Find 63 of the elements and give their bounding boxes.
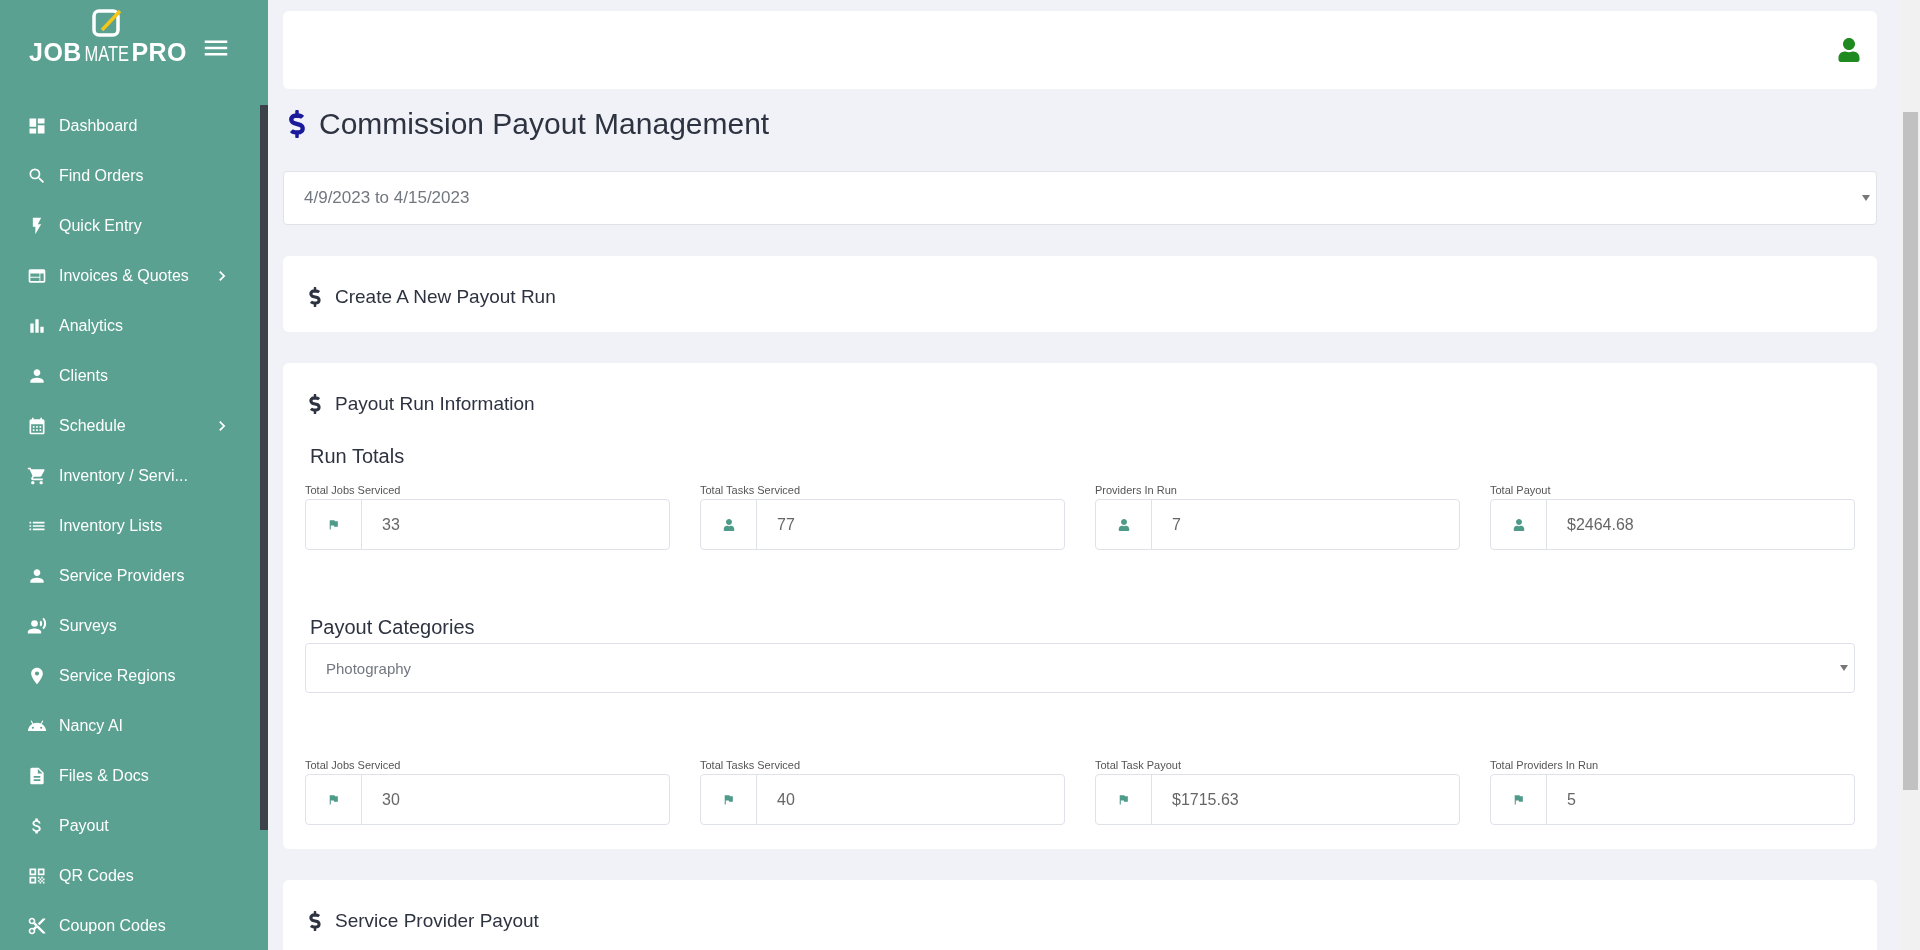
input-field[interactable]: 33 [305, 499, 670, 550]
scrollbar[interactable] [260, 105, 268, 830]
field-label: Total Payout [1490, 484, 1552, 496]
sidebar-item[interactable]: Invoices & Quotes [27, 251, 232, 301]
sidebar-item[interactable]: Payout [27, 801, 232, 851]
people-icon [27, 616, 47, 636]
input-field[interactable]: $1715.63 [1095, 774, 1460, 825]
person-icon [1512, 518, 1525, 531]
field-label: Total Jobs Serviced [305, 759, 402, 771]
sidebar-item[interactable]: Clients [27, 351, 232, 401]
input-field[interactable]: 5 [1490, 774, 1855, 825]
window-icon [27, 266, 47, 286]
sidebar-item[interactable]: Service Regions [27, 651, 232, 701]
sidebar-item[interactable]: Find Orders [27, 151, 232, 201]
flag-icon [327, 518, 340, 531]
dashboard-icon [27, 116, 47, 136]
input-field[interactable]: 7 [1095, 499, 1460, 550]
person-icon [722, 518, 735, 531]
page-title: Commission Payout Management [319, 107, 770, 141]
sidebar-item[interactable]: Files & Docs [27, 751, 232, 801]
sidebar-item[interactable]: Nancy AI [27, 701, 232, 751]
input-field[interactable]: 40 [700, 774, 1065, 825]
sidebar-item[interactable]: Coupon Codes [27, 901, 232, 950]
cart-icon [27, 466, 47, 486]
date-range-select[interactable]: 4/9/2023 to 4/15/2023 [283, 171, 1877, 225]
field-label: Providers In Run [1095, 484, 1178, 496]
bar-chart-icon [27, 316, 47, 336]
field-label: Total Task Payout [1095, 759, 1182, 771]
field-label: Total Tasks Serviced [700, 759, 802, 771]
card-title: Service Provider Payout [335, 910, 539, 932]
user-icon[interactable] [1837, 38, 1861, 62]
input-field[interactable]: 77 [700, 499, 1065, 550]
sidebar-item[interactable]: Service Providers [27, 551, 232, 601]
category-select[interactable]: Photography [305, 643, 1855, 693]
logo: JOB MATEPRO [29, 8, 188, 67]
field-label: Total Tasks Serviced [700, 484, 802, 496]
flag-icon [722, 793, 735, 806]
flag-icon [327, 793, 340, 806]
section-heading: Payout Categories [310, 616, 476, 639]
sidebar-item[interactable]: Quick Entry [27, 201, 232, 251]
field-label: Total Providers In Run [1490, 759, 1600, 771]
sidebar-item[interactable]: Dashboard [27, 101, 232, 151]
card-title: Payout Run Information [335, 393, 535, 415]
sidebar-item[interactable]: Schedule [27, 401, 232, 451]
sidebar-item[interactable]: Analytics [27, 301, 232, 351]
section-heading: Run Totals [310, 445, 406, 468]
qr-code-icon [27, 866, 47, 886]
flag-icon [1117, 793, 1130, 806]
document-icon [27, 766, 47, 786]
person-icon [1117, 518, 1130, 531]
sidebar-item[interactable]: QR Codes [27, 851, 232, 901]
scrollbar[interactable] [1900, 0, 1920, 950]
sidebar-item[interactable]: Surveys [27, 601, 232, 651]
input-field[interactable]: 30 [305, 774, 670, 825]
flag-icon [1512, 793, 1525, 806]
field-label: Total Jobs Serviced [305, 484, 402, 496]
calendar-icon [27, 416, 47, 436]
search-icon [27, 166, 47, 186]
scissors-icon [27, 916, 47, 936]
input-field[interactable]: $2464.68 [1490, 499, 1855, 550]
sidebar-item[interactable]: Inventory / Servi... [27, 451, 232, 501]
card-title: Create A New Payout Run [335, 286, 556, 308]
sidebar-item[interactable]: Inventory Lists [27, 501, 232, 551]
